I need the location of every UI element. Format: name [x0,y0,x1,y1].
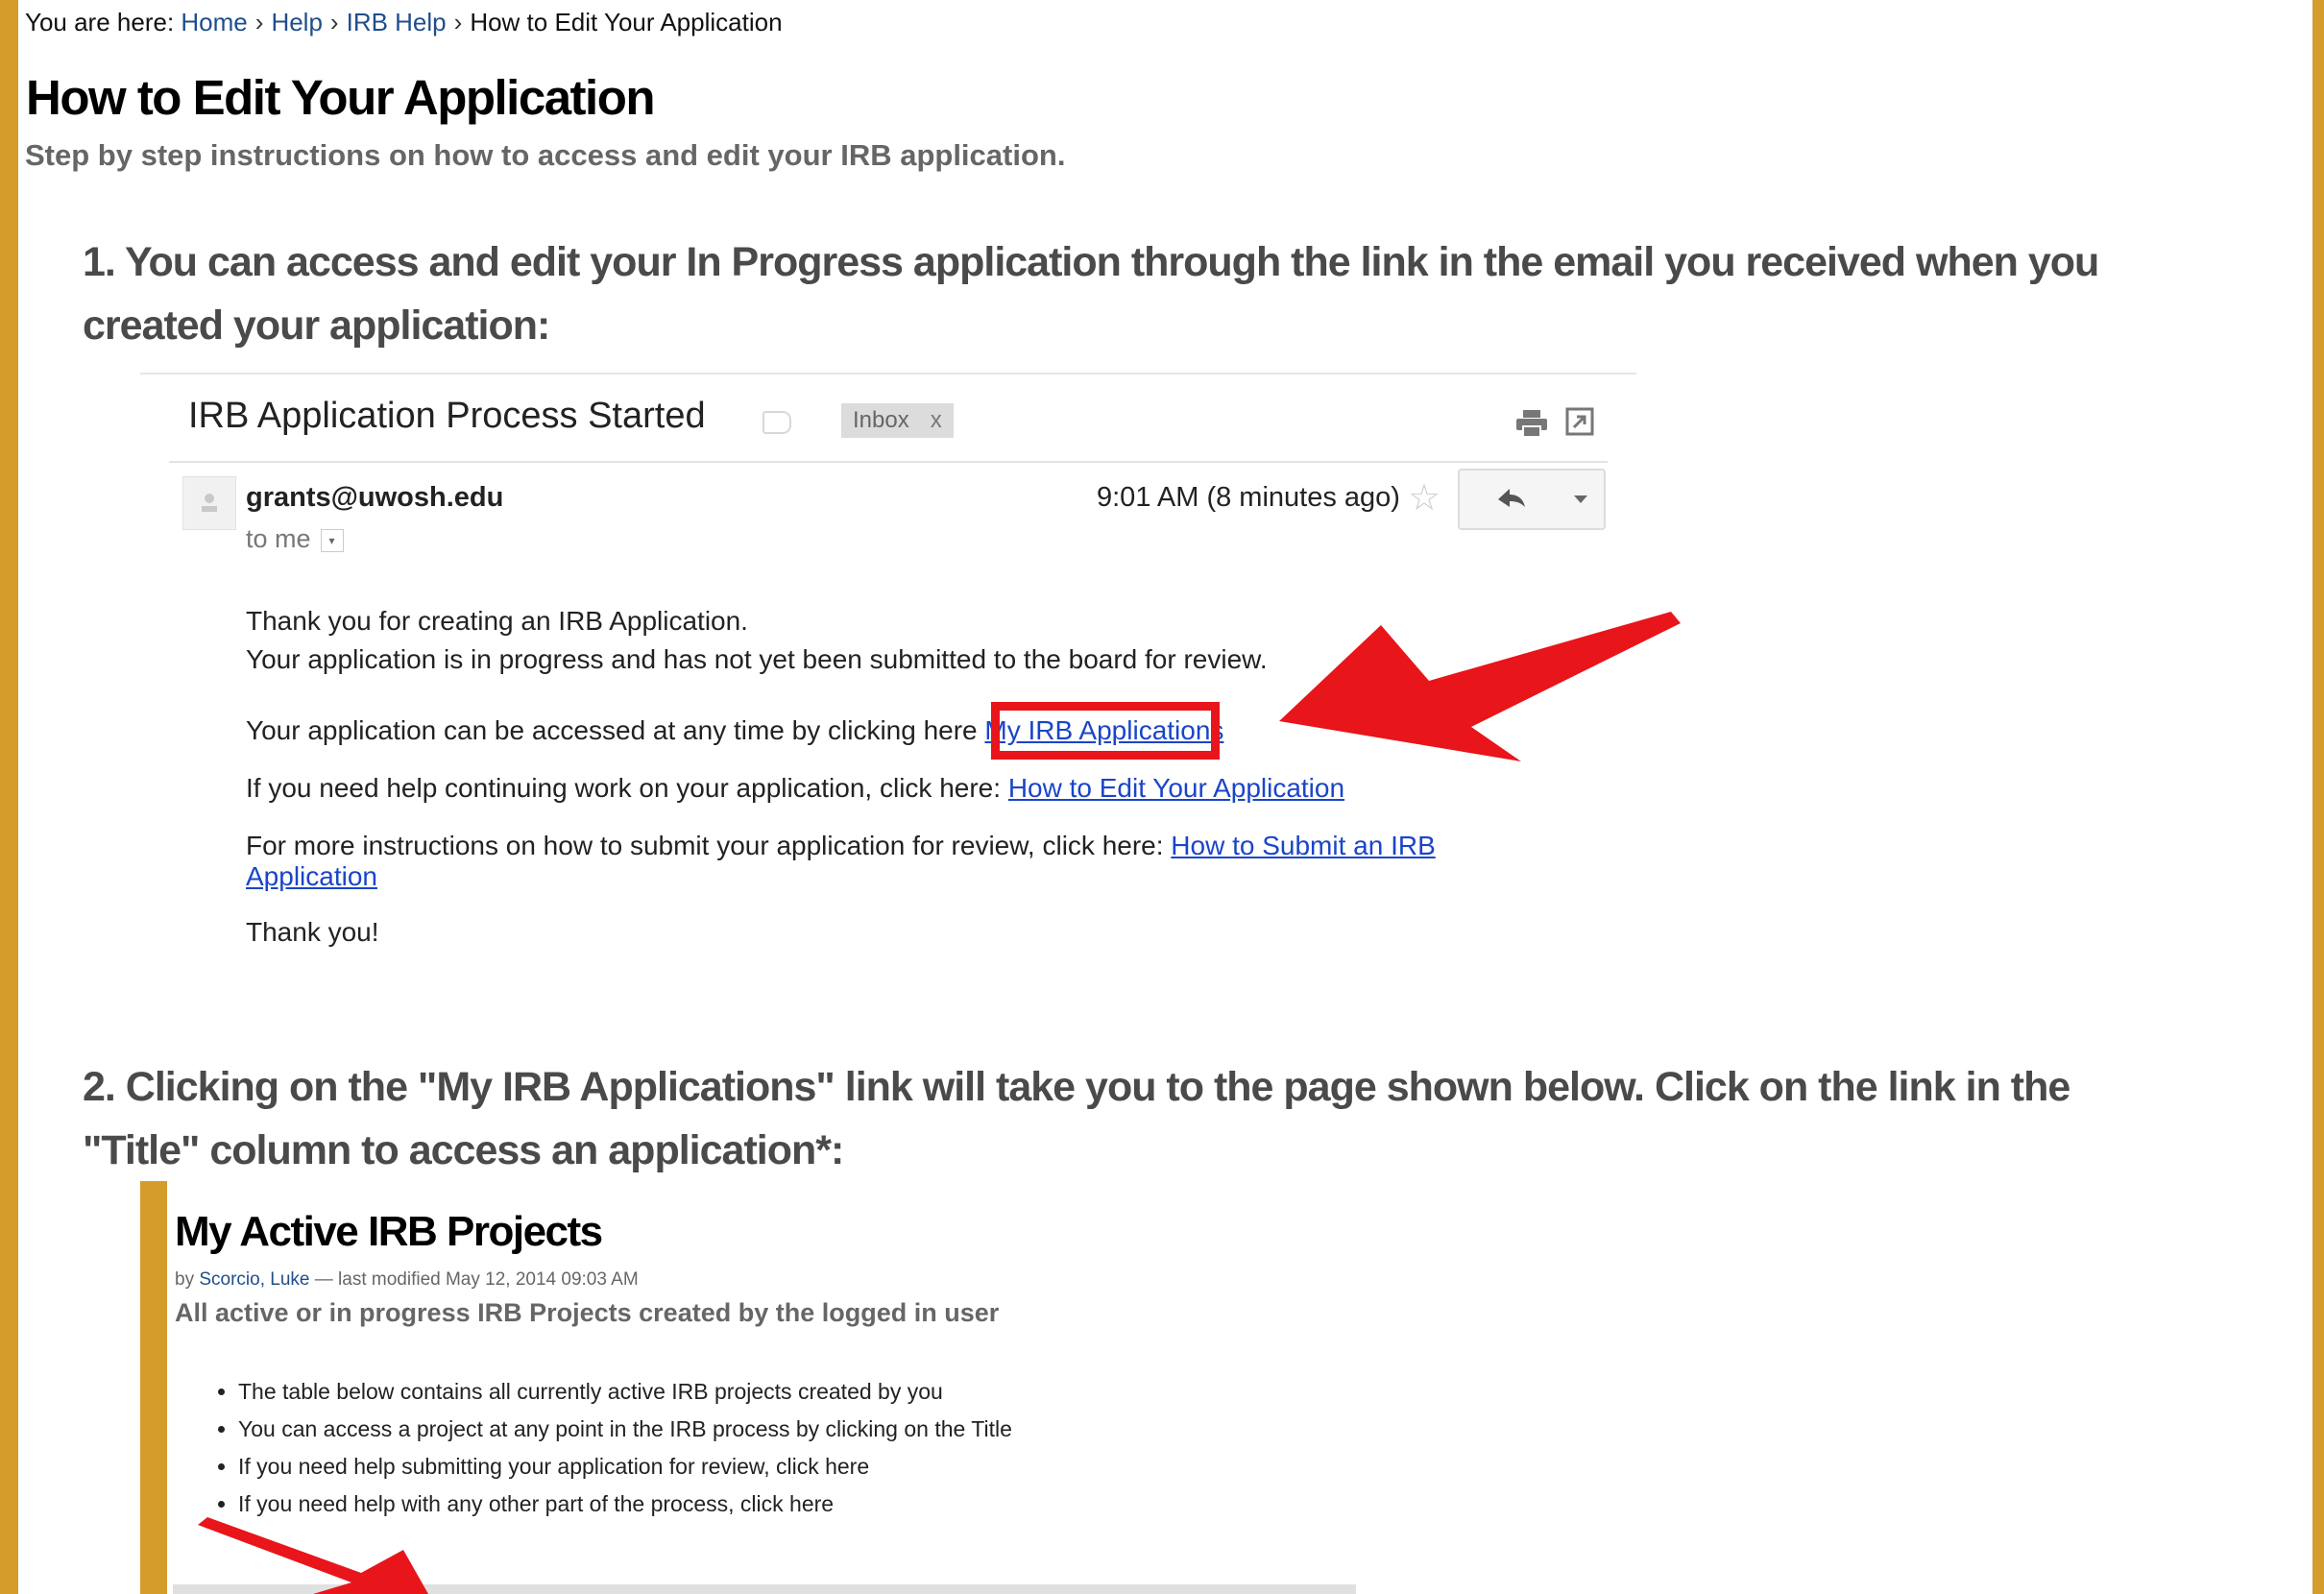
breadcrumb-separator: › [254,8,264,36]
email-timestamp: 9:01 AM (8 minutes ago) [1097,482,1400,513]
inbox-label-text: Inbox [853,407,909,433]
projects-title: My Active IRB Projects [175,1208,603,1255]
divider [169,461,1608,463]
person-icon [202,494,217,512]
print-icon [1516,410,1547,438]
email-subject: IRB Application Process Started [188,396,706,436]
divider [140,373,1636,374]
chevron-down-icon: ▾ [320,528,344,552]
breadcrumb-help-link[interactable]: Help [271,8,322,36]
page-title: How to Edit Your Application [26,70,656,125]
list-item: You can access a project at any point in… [238,1411,1012,1448]
list-item: The table below contains all currently a… [238,1373,1012,1411]
highlight-box [991,702,1220,760]
email-body-text: If you need help continuing work on your… [246,773,1002,803]
email-recipient-text: to me [246,524,311,553]
reply-icon [1498,489,1525,507]
email-body-line: Application [246,860,377,893]
breadcrumb-home-link[interactable]: Home [181,8,247,36]
popout-icon [1565,407,1594,436]
red-arrow-icon [198,1517,428,1594]
chevron-down-icon [1574,495,1587,503]
breadcrumb-separator: › [453,8,463,36]
projects-byline: by Scorcio, Luke — last modified May 12,… [175,1269,639,1291]
email-sender: grants@uwosh.edu [246,482,504,513]
how-to-edit-link: How to Edit Your Application [1007,773,1345,803]
projects-screenshot: My Active IRB Projects by Scorcio, Luke … [140,1181,1360,1594]
email-body-line: Your application is in progress and has … [246,644,1268,674]
breadcrumb-current: How to Edit Your Application [470,8,783,36]
byline-modified: — last modified May 12, 2014 09:03 AM [314,1269,639,1290]
email-body-line: Thank you for creating an IRB Applicatio… [246,606,748,636]
author-link: Scorcio, Luke [199,1269,310,1290]
red-arrow-icon [1279,612,1681,761]
breadcrumb-irb-help-link[interactable]: IRB Help [347,8,447,36]
more-options-button [1558,469,1606,530]
email-recipient: to me ▾ [246,524,344,554]
label-icon [763,411,791,434]
page-description: Step by step instructions on how to acce… [25,138,1066,172]
how-to-submit-link-continued: Application [246,861,377,891]
email-body-text: For more instructions on how to submit y… [246,831,1164,860]
right-gold-border [2312,0,2324,1594]
how-to-submit-link: How to Submit an IRB [1171,831,1436,860]
list-item: If you need help submitting your applica… [238,1448,1012,1485]
email-body-text: Your application can be accessed at any … [246,715,978,745]
email-body-line: If you need help continuing work on your… [246,772,1344,805]
left-gold-border [0,0,18,1594]
step-1-text: 1. You can access and edit your In Progr… [83,239,2099,349]
avatar-icon [182,476,236,530]
email-body-line: Thank you! [246,917,379,947]
reply-button [1458,469,1561,530]
inbox-label-chip: Inbox x [841,403,954,438]
email-screenshot: IRB Application Process Started Inbox x g… [140,373,1681,987]
star-icon: ☆ [1408,478,1441,519]
gold-border [140,1181,167,1594]
projects-bullet-list: The table below contains all currently a… [207,1373,1012,1523]
breadcrumb: You are here: Home › Help › IRB Help › How to … [25,8,783,37]
projects-description: All active or in progress IRB Projects c… [175,1298,1000,1327]
step-2-text: 2. Clicking on the "My IRB Applications"… [83,1064,2070,1173]
close-icon: x [930,407,942,433]
email-body-line: For more instructions on how to submit y… [246,830,1436,862]
breadcrumb-prefix: You are here: [25,8,175,36]
breadcrumb-separator: › [329,8,339,36]
byline-by: by [175,1269,195,1290]
